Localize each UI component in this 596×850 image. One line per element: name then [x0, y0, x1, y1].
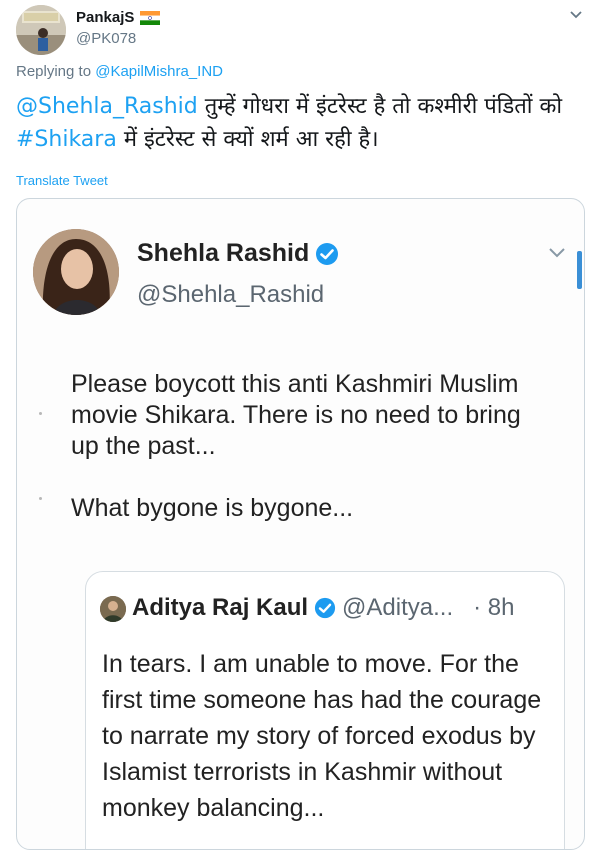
author-avatar[interactable] — [16, 5, 66, 55]
quoted-avatar — [100, 596, 126, 622]
tweet-text-part2: में इंटरेस्ट से क्यों शर्म आ रही है। — [116, 127, 379, 152]
hashtag-link[interactable]: #Shikara — [16, 127, 117, 152]
embedded-avatar-image — [33, 229, 119, 315]
replying-prefix: Replying to — [16, 63, 96, 80]
tweet-text: @Shehla_Rashid तुम्हें गोधरा में इंटरेस्… — [16, 90, 576, 156]
replying-to-link[interactable]: @KapilMishra_IND — [95, 63, 223, 80]
author-handle[interactable]: @PK078 — [76, 30, 136, 47]
quoted-tweet-text: In tears. I am unable to move. For the f… — [102, 650, 542, 822]
embedded-avatar — [33, 229, 119, 315]
india-flag-icon — [140, 10, 161, 25]
avatar-image — [16, 5, 66, 55]
quoted-tweet: Aditya Raj Kaul @Aditya... · 8h In tears… — [85, 571, 565, 849]
translate-tweet-link[interactable]: Translate Tweet — [16, 173, 108, 188]
verified-badge-icon — [316, 242, 339, 265]
quoted-verified-badge-icon — [314, 597, 336, 619]
speck — [39, 412, 42, 415]
speck — [39, 497, 42, 500]
embedded-tweet-text: Please boycott this anti Kashmiri Muslim… — [71, 369, 551, 524]
replying-to: Replying to @KapilMishra_IND — [16, 63, 223, 80]
embedded-author-handle: @Shehla_Rashid — [137, 281, 325, 308]
embedded-chevron-down-icon — [549, 248, 565, 258]
quoted-author-name: Aditya Raj Kaul — [132, 594, 309, 621]
embedded-author-name: Shehla Rashid — [137, 239, 310, 267]
mention-link[interactable]: @Shehla_Rashid — [16, 94, 198, 119]
quoted-avatar-image — [100, 596, 126, 622]
quoted-timestamp: · 8h — [473, 594, 515, 621]
embedded-paragraph-2: What bygone is bygone... — [71, 494, 354, 522]
embedded-paragraph-1: Please boycott this anti Kashmiri Muslim… — [71, 370, 521, 460]
chevron-down-icon[interactable] — [569, 10, 583, 20]
quoted-author-handle: @Aditya... — [342, 594, 454, 621]
author-name[interactable]: PankajS — [76, 9, 134, 26]
embedded-scrollbar — [577, 251, 582, 289]
tweet-text-part1: तुम्हें गोधरा में इंटरेस्ट है तो कश्मीरी… — [197, 94, 563, 119]
attached-image[interactable]: Shehla Rashid @Shehla_Rashid Please boyc… — [16, 198, 585, 850]
